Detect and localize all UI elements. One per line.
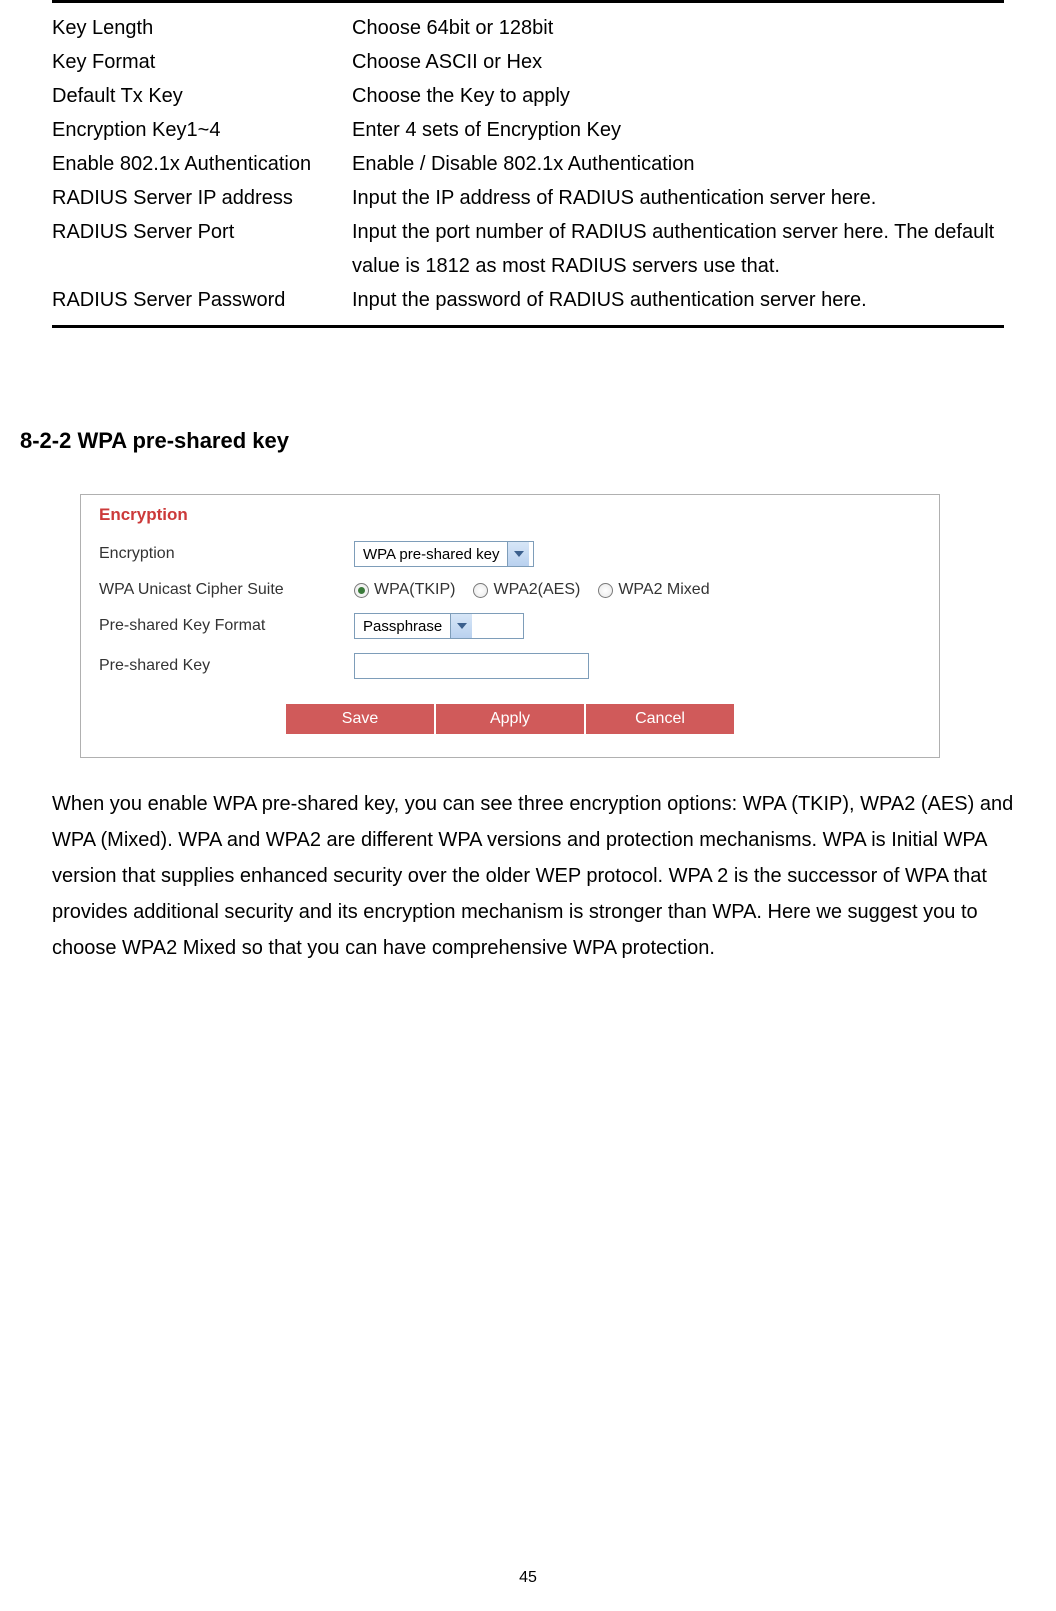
- chevron-down-icon: [507, 542, 529, 566]
- param-label: Key Format: [52, 45, 352, 79]
- param-label: Default Tx Key: [52, 79, 352, 113]
- radio-icon: [473, 583, 488, 598]
- radio-icon: [354, 583, 369, 598]
- key-format-value: Passphrase: [355, 618, 450, 635]
- key-format-label: Pre-shared Key Format: [99, 617, 354, 635]
- button-row: Save Apply Cancel: [99, 703, 921, 735]
- param-row-key-format: Key Format Choose ASCII or Hex: [52, 45, 1004, 79]
- parameter-table: Key Length Choose 64bit or 128bit Key Fo…: [52, 0, 1004, 328]
- param-desc: Enter 4 sets of Encryption Key: [352, 113, 1004, 147]
- encryption-panel: Encryption Encryption WPA pre-shared key…: [80, 494, 940, 758]
- param-row-radius-ip: RADIUS Server IP address Input the IP ad…: [52, 181, 1004, 215]
- form-row-key-format: Pre-shared Key Format Passphrase: [99, 613, 921, 639]
- save-button[interactable]: Save: [285, 703, 435, 735]
- radio-label: WPA(TKIP): [374, 581, 455, 599]
- cancel-button[interactable]: Cancel: [585, 703, 735, 735]
- param-label: RADIUS Server Port: [52, 215, 352, 283]
- param-desc: Choose 64bit or 128bit: [352, 11, 1004, 45]
- param-desc: Input the password of RADIUS authenticat…: [352, 283, 1004, 317]
- cipher-label: WPA Unicast Cipher Suite: [99, 581, 354, 599]
- apply-button[interactable]: Apply: [435, 703, 585, 735]
- param-row-radius-port: RADIUS Server Port Input the port number…: [52, 215, 1004, 283]
- cipher-radio-group: WPA(TKIP) WPA2(AES) WPA2 Mixed: [354, 581, 710, 599]
- param-desc: Input the port number of RADIUS authenti…: [352, 215, 1004, 283]
- param-row-encryption-key: Encryption Key1~4 Enter 4 sets of Encryp…: [52, 113, 1004, 147]
- encryption-label: Encryption: [99, 545, 354, 563]
- param-row-enable-8021x: Enable 802.1x Authentication Enable / Di…: [52, 147, 1004, 181]
- param-desc: Input the IP address of RADIUS authentic…: [352, 181, 1004, 215]
- form-row-preshared-key: Pre-shared Key: [99, 653, 921, 679]
- key-format-dropdown[interactable]: Passphrase: [354, 613, 524, 639]
- param-row-radius-password: RADIUS Server Password Input the passwor…: [52, 283, 1004, 317]
- param-desc: Enable / Disable 802.1x Authentication: [352, 147, 1004, 181]
- param-label: Key Length: [52, 11, 352, 45]
- form-row-cipher: WPA Unicast Cipher Suite WPA(TKIP) WPA2(…: [99, 581, 921, 599]
- radio-label: WPA2(AES): [493, 581, 580, 599]
- section-heading: 8-2-2 WPA pre-shared key: [20, 428, 1036, 454]
- param-row-default-tx-key: Default Tx Key Choose the Key to apply: [52, 79, 1004, 113]
- radio-icon: [598, 583, 613, 598]
- preshared-key-input[interactable]: [354, 653, 589, 679]
- param-label: RADIUS Server IP address: [52, 181, 352, 215]
- radio-wpa2-aes[interactable]: WPA2(AES): [473, 581, 580, 599]
- encryption-dropdown-value: WPA pre-shared key: [355, 546, 507, 563]
- param-label: RADIUS Server Password: [52, 283, 352, 317]
- encryption-dropdown[interactable]: WPA pre-shared key: [354, 541, 534, 567]
- chevron-down-icon: [450, 614, 472, 638]
- param-row-key-length: Key Length Choose 64bit or 128bit: [52, 11, 1004, 45]
- param-desc: Choose the Key to apply: [352, 79, 1004, 113]
- body-paragraph: When you enable WPA pre-shared key, you …: [52, 786, 1026, 966]
- preshared-key-label: Pre-shared Key: [99, 657, 354, 675]
- param-desc: Choose ASCII or Hex: [352, 45, 1004, 79]
- param-label: Enable 802.1x Authentication: [52, 147, 352, 181]
- fieldset-legend: Encryption: [99, 505, 188, 524]
- radio-label: WPA2 Mixed: [618, 581, 709, 599]
- param-label: Encryption Key1~4: [52, 113, 352, 147]
- radio-wpa-tkip[interactable]: WPA(TKIP): [354, 581, 455, 599]
- page-number: 45: [519, 1569, 537, 1587]
- radio-wpa2-mixed[interactable]: WPA2 Mixed: [598, 581, 709, 599]
- form-row-encryption: Encryption WPA pre-shared key: [99, 541, 921, 567]
